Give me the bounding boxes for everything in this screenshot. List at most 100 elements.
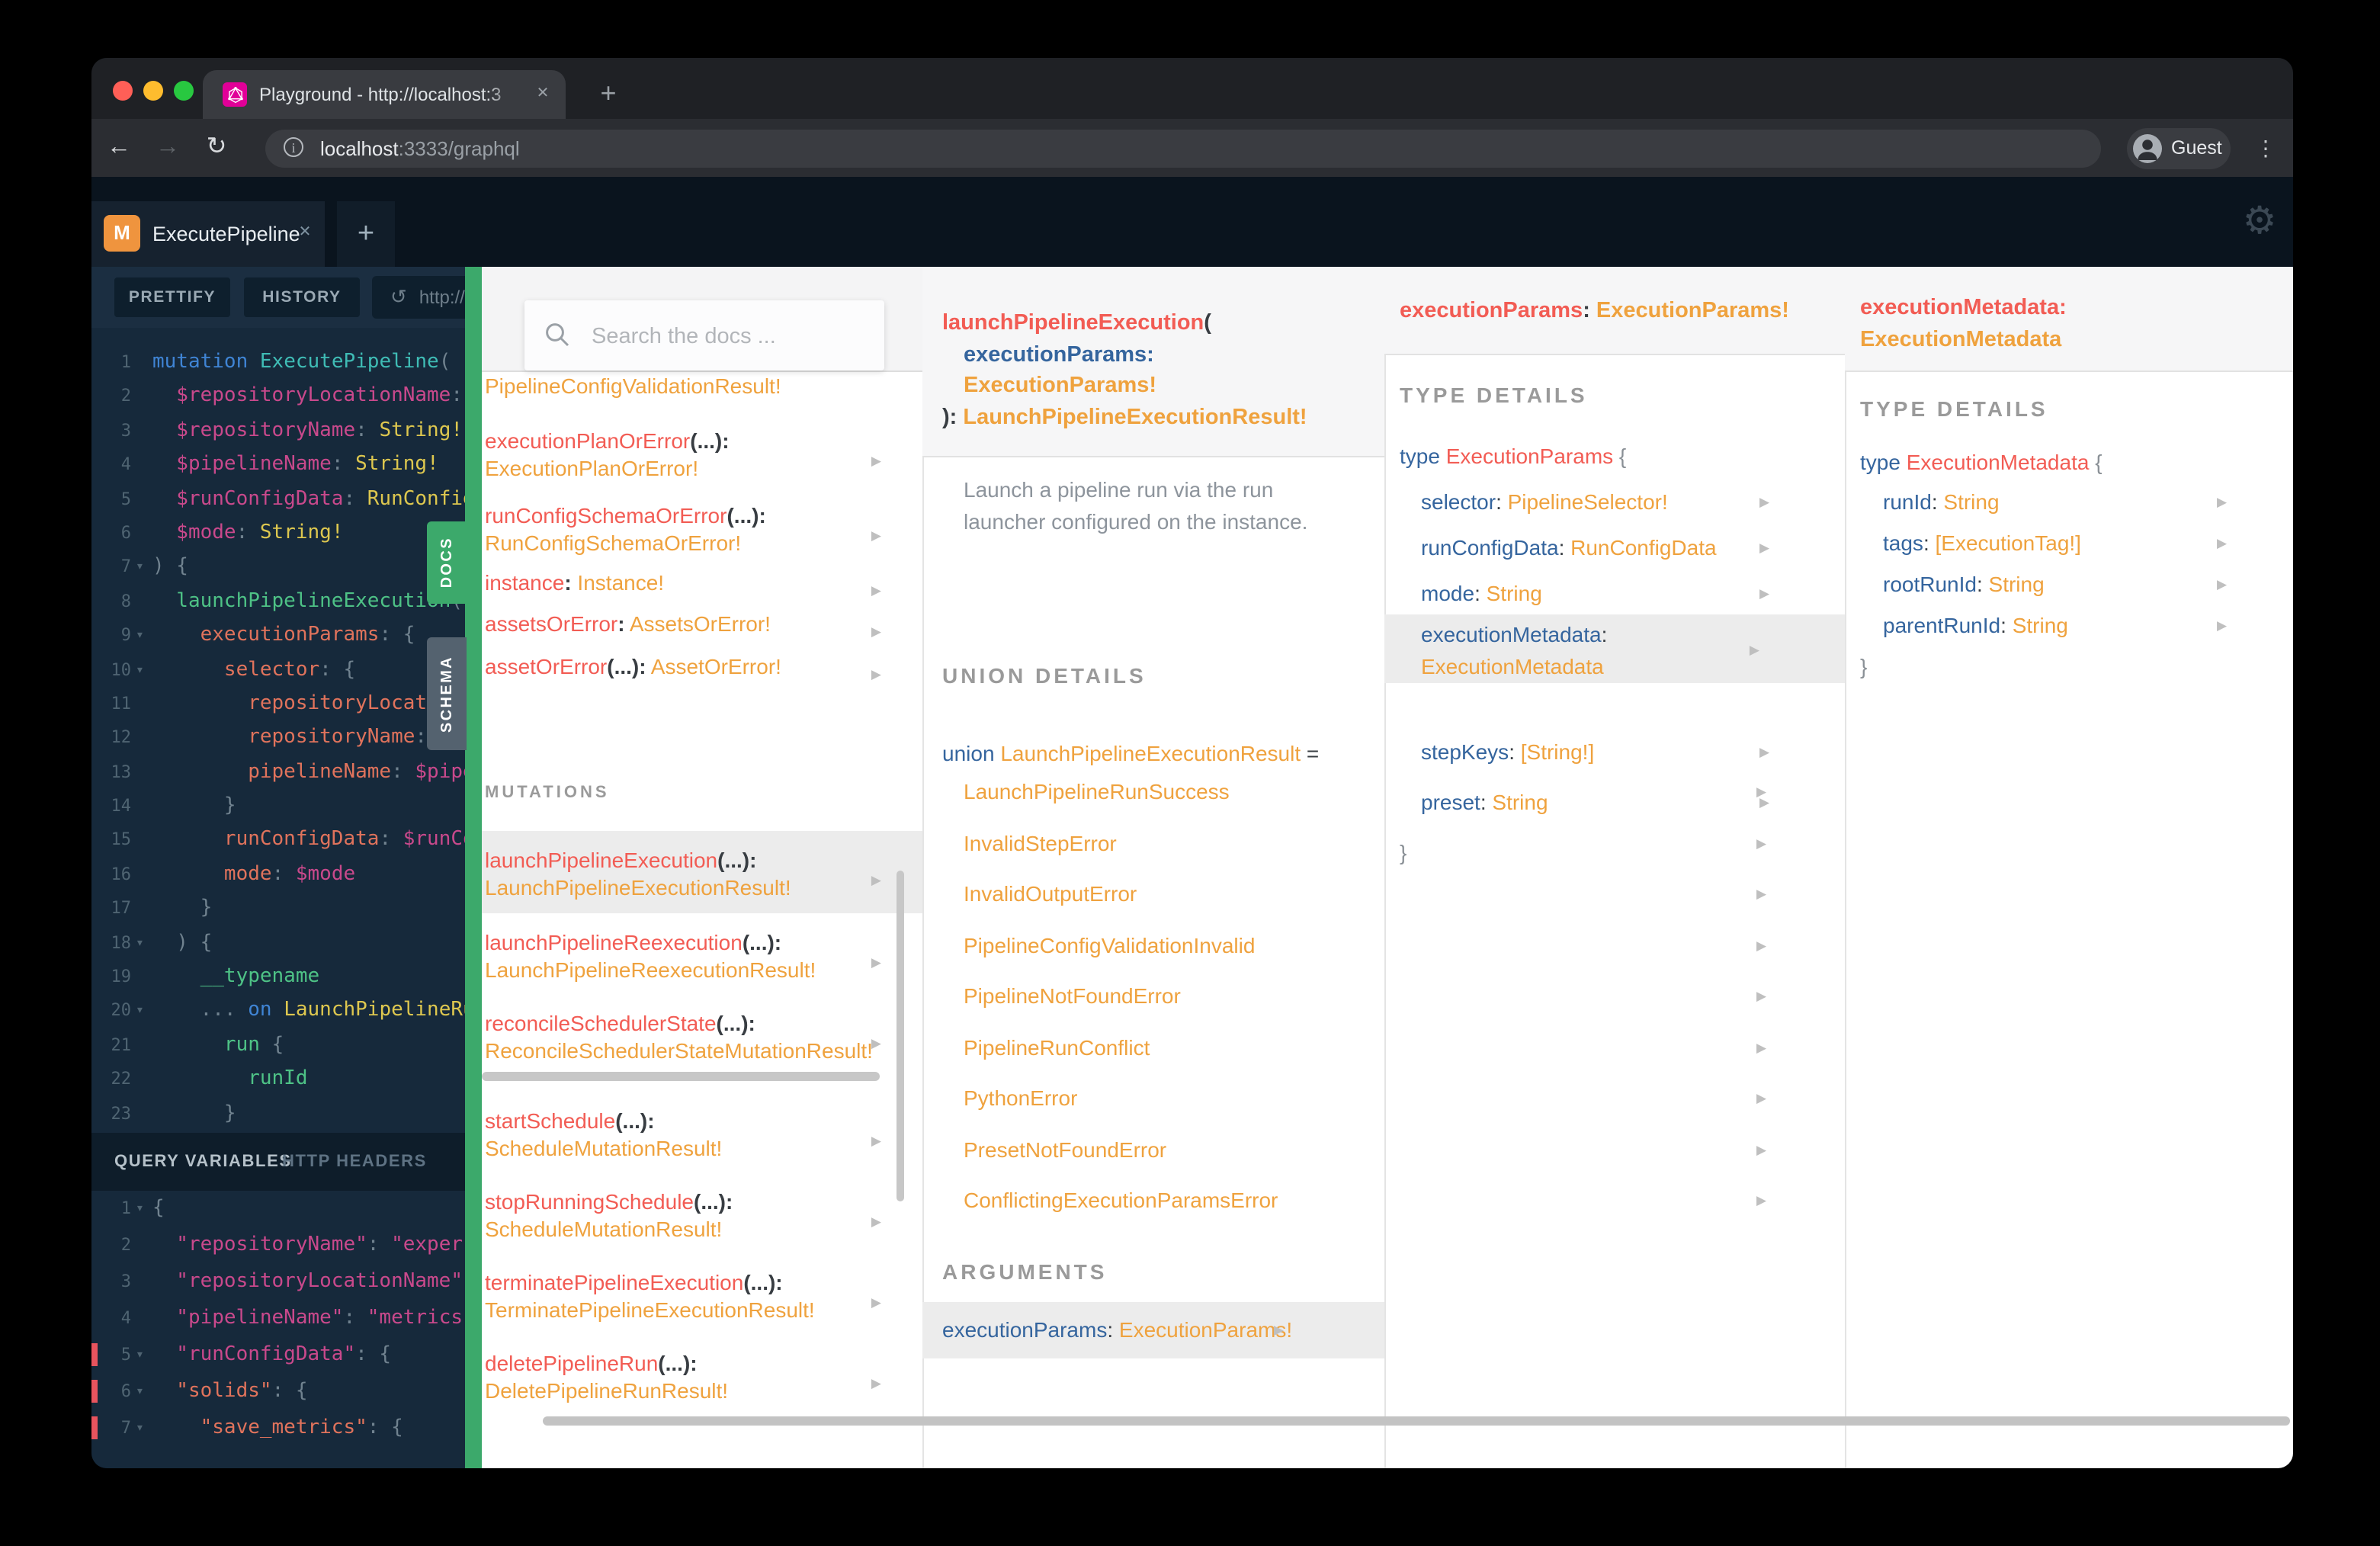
- type-field-row[interactable]: mode: String: [1421, 579, 1542, 607]
- traffic-zoom-icon[interactable]: [174, 81, 194, 101]
- chevron-right-icon[interactable]: ▶: [871, 1288, 881, 1316]
- doc-field-row[interactable]: launchPipelineExecution(...): LaunchPipel…: [482, 831, 922, 913]
- chevron-right-icon[interactable]: ▶: [871, 1369, 881, 1397]
- doc-field-row[interactable]: reconcileSchedulerState(...): ReconcileSc…: [482, 1009, 922, 1064]
- chevron-right-icon[interactable]: ▶: [871, 660, 881, 680]
- chevron-right-icon[interactable]: ▶: [1756, 1192, 1766, 1209]
- chevron-right-icon[interactable]: ▶: [871, 866, 881, 893]
- union-member-row[interactable]: LaunchPipelineRunSuccess: [964, 778, 1230, 805]
- fold-arrow-icon[interactable]: ▾: [136, 926, 144, 961]
- tab-close-icon[interactable]: ✕: [532, 84, 553, 105]
- tab-query-variables[interactable]: QUERY VARIABLES: [114, 1133, 292, 1191]
- type-field-row-selected[interactable]: executionMetadata: ExecutionMetadata ▶: [1384, 614, 1845, 683]
- doc-field-row[interactable]: assetOrError(...): AssetOrError! ▶: [482, 653, 922, 680]
- endpoint-input[interactable]: ↺ http://loc: [372, 276, 465, 319]
- playground-tab-close-icon[interactable]: ✕: [294, 223, 316, 244]
- type-field-row[interactable]: selector: PipelineSelector!: [1421, 488, 1668, 515]
- type-field-row[interactable]: stepKeys: [String!]: [1421, 738, 1594, 765]
- type-field-row[interactable]: tags: [ExecutionTag!]: [1883, 529, 2081, 556]
- chevron-right-icon[interactable]: ▶: [871, 521, 881, 549]
- type-field-row[interactable]: runId: String: [1883, 488, 2000, 515]
- docs-search-box[interactable]: [524, 300, 884, 374]
- fold-arrow-icon[interactable]: ▾: [136, 1191, 144, 1227]
- chevron-right-icon[interactable]: ▶: [1756, 1141, 1766, 1158]
- chevron-right-icon[interactable]: ▶: [1756, 1039, 1766, 1056]
- union-member-row[interactable]: InvalidOutputError: [964, 880, 1137, 907]
- chevron-right-icon[interactable]: ▶: [1759, 494, 1769, 511]
- chevron-right-icon[interactable]: ▶: [871, 447, 881, 474]
- site-info-icon[interactable]: i: [284, 137, 303, 157]
- union-member-row[interactable]: PresetNotFoundError: [964, 1135, 1166, 1163]
- tab-docs[interactable]: DOCS: [427, 521, 467, 604]
- union-member-row[interactable]: PythonError: [964, 1084, 1077, 1111]
- reload-icon[interactable]: ↻: [198, 119, 235, 177]
- chevron-right-icon[interactable]: ▶: [1750, 642, 1759, 659]
- profile-button[interactable]: Guest: [2127, 128, 2231, 169]
- endpoint-reload-icon[interactable]: ↺: [390, 276, 407, 319]
- chevron-right-icon[interactable]: ▶: [871, 948, 881, 976]
- fold-arrow-icon[interactable]: ▾: [136, 551, 144, 585]
- playground-tab[interactable]: M ExecutePipeline ✕: [91, 201, 325, 267]
- chevron-right-icon[interactable]: ▶: [871, 576, 881, 596]
- query-variables-lines[interactable]: 1 ▾{2 "repositoryName": "exper 3 "reposito…: [91, 1191, 465, 1468]
- docs-search-input[interactable]: [589, 300, 869, 374]
- type-field-row[interactable]: preset: String: [1421, 788, 1548, 816]
- chevron-right-icon[interactable]: ▶: [871, 617, 881, 637]
- chevron-right-icon[interactable]: ▶: [2217, 617, 2227, 634]
- doc-field-row[interactable]: executionPlanOrError(...): ExecutionPlanO…: [482, 427, 922, 482]
- fold-arrow-icon[interactable]: ▾: [136, 619, 144, 653]
- chevron-right-icon[interactable]: ▶: [1274, 1322, 1284, 1339]
- chevron-right-icon[interactable]: ▶: [1759, 744, 1769, 761]
- doc-field-row[interactable]: instance: Instance! ▶: [482, 569, 922, 596]
- doc-field-row[interactable]: deletePipelineRun(...): DeletePipelineRun…: [482, 1349, 922, 1404]
- traffic-close-icon[interactable]: [113, 81, 133, 101]
- union-member-row[interactable]: InvalidStepError: [964, 829, 1117, 856]
- fold-arrow-icon[interactable]: ▾: [136, 653, 144, 688]
- fold-arrow-icon[interactable]: ▾: [136, 995, 144, 1029]
- back-icon[interactable]: ←: [101, 119, 137, 177]
- chevron-right-icon[interactable]: ▶: [1759, 585, 1769, 602]
- doc-field-row-partial[interactable]: PipelineConfigValidationResult!: [482, 372, 922, 406]
- playground-new-tab-button[interactable]: +: [337, 201, 395, 267]
- fold-arrow-icon[interactable]: ▾: [136, 1374, 144, 1410]
- chevron-right-icon[interactable]: ▶: [1756, 937, 1766, 954]
- query-editor-lines[interactable]: 1 mutation ExecutePipeline(2 $repositoryL…: [91, 328, 466, 1133]
- fold-arrow-icon[interactable]: ▾: [136, 1337, 144, 1374]
- chevron-right-icon[interactable]: ▶: [1759, 540, 1769, 556]
- forward-icon[interactable]: →: [149, 119, 186, 177]
- tab-schema[interactable]: SCHEMA: [427, 637, 467, 750]
- history-button[interactable]: HISTORY: [244, 277, 360, 317]
- chevron-right-icon[interactable]: ▶: [871, 1208, 881, 1235]
- doc-field-row[interactable]: assetsOrError: AssetsOrError! ▶: [482, 610, 922, 637]
- doc-field-row[interactable]: startSchedule(...): ScheduleMutationResul…: [482, 1107, 922, 1162]
- union-member-row[interactable]: PipelineNotFoundError: [964, 982, 1181, 1009]
- chevron-right-icon[interactable]: ▶: [1759, 794, 1769, 811]
- chevron-right-icon[interactable]: ▶: [871, 1127, 881, 1154]
- tab-http-headers[interactable]: HTTP HEADERS: [282, 1133, 427, 1191]
- doc-field-row[interactable]: runConfigSchemaOrError(...): RunConfigSch…: [482, 502, 922, 556]
- settings-gear-icon[interactable]: ⚙: [2229, 183, 2290, 259]
- type-field-row[interactable]: rootRunId: String: [1883, 570, 2045, 598]
- argument-row-selected[interactable]: executionParams: ExecutionParams! ▶: [922, 1302, 1384, 1358]
- doc-field-row[interactable]: launchPipelineReexecution(...): LaunchPip…: [482, 929, 922, 983]
- chevron-right-icon[interactable]: ▶: [1756, 835, 1766, 852]
- browser-tab[interactable]: Playground - http://localhost:3 ✕: [203, 70, 566, 119]
- type-field-row[interactable]: parentRunId: String: [1883, 611, 2068, 639]
- prettify-button[interactable]: PRETTIFY: [114, 277, 230, 317]
- docs-drag-handle[interactable]: [465, 267, 482, 1468]
- chevron-right-icon[interactable]: ▶: [2217, 535, 2227, 552]
- fold-arrow-icon[interactable]: ▾: [136, 1410, 144, 1447]
- address-bar[interactable]: i localhost:3333/graphql: [265, 130, 2101, 168]
- chevron-right-icon[interactable]: ▶: [1756, 988, 1766, 1005]
- union-member-row[interactable]: ConflictingExecutionParamsError: [964, 1186, 1278, 1214]
- union-member-row[interactable]: PipelineRunConflict: [964, 1033, 1150, 1060]
- chevron-right-icon[interactable]: ▶: [2217, 494, 2227, 511]
- doc-field-row[interactable]: terminatePipelineExecution(...): Terminat…: [482, 1269, 922, 1323]
- chevron-right-icon[interactable]: ▶: [1756, 1090, 1766, 1107]
- traffic-minimize-icon[interactable]: [143, 81, 163, 101]
- docs-vertical-scrollbar[interactable]: [897, 871, 904, 1201]
- chevron-right-icon[interactable]: ▶: [2217, 576, 2227, 593]
- docs-horizontal-scrollbar[interactable]: [543, 1416, 2290, 1426]
- browser-menu-icon[interactable]: ⋮: [2250, 119, 2281, 177]
- type-field-row[interactable]: runConfigData: RunConfigData: [1421, 534, 1717, 561]
